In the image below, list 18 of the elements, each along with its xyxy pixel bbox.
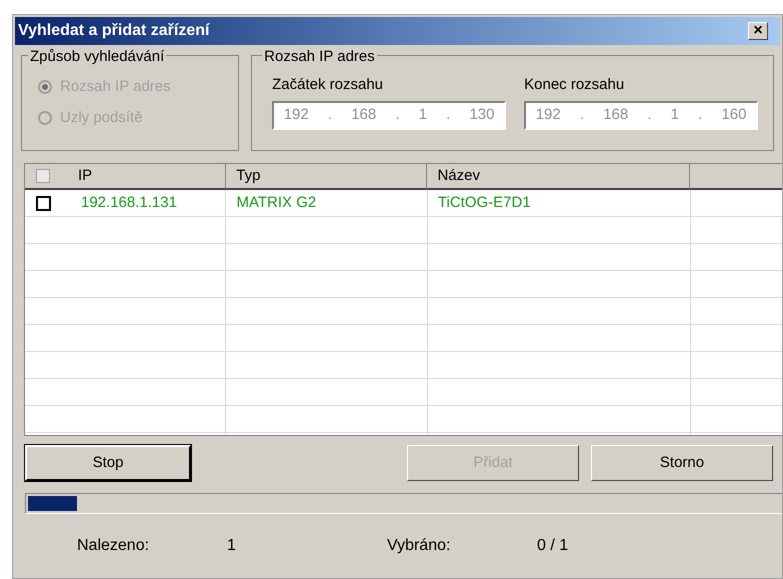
column-header[interactable]: Typ <box>226 164 428 190</box>
window-title: Vyhledat a přidat zařízení <box>18 21 210 41</box>
status-value: 1 <box>227 536 237 556</box>
close-button[interactable]: × <box>748 22 768 40</box>
table-cell-text: 192.168.1.131 <box>81 192 177 213</box>
column-header[interactable]: Název <box>427 164 690 190</box>
status-label: Vybráno: <box>387 536 452 556</box>
column-header[interactable]: IP <box>78 164 92 188</box>
table-cell: TiCtOG-E7D1 <box>428 190 691 217</box>
table-cell: MATRIX G2 <box>226 190 428 217</box>
field-label: Konec rozsahu <box>524 75 626 95</box>
field-label: Začátek rozsahu <box>272 75 384 95</box>
cancel-button[interactable]: Storno <box>591 445 773 481</box>
stop-button[interactable]: Stop <box>25 445 191 481</box>
checkbox[interactable] <box>36 196 51 210</box>
checkbox[interactable] <box>36 169 50 183</box>
status-label: Nalezeno: <box>77 536 150 556</box>
status-value: 0 / 1 <box>537 536 570 556</box>
